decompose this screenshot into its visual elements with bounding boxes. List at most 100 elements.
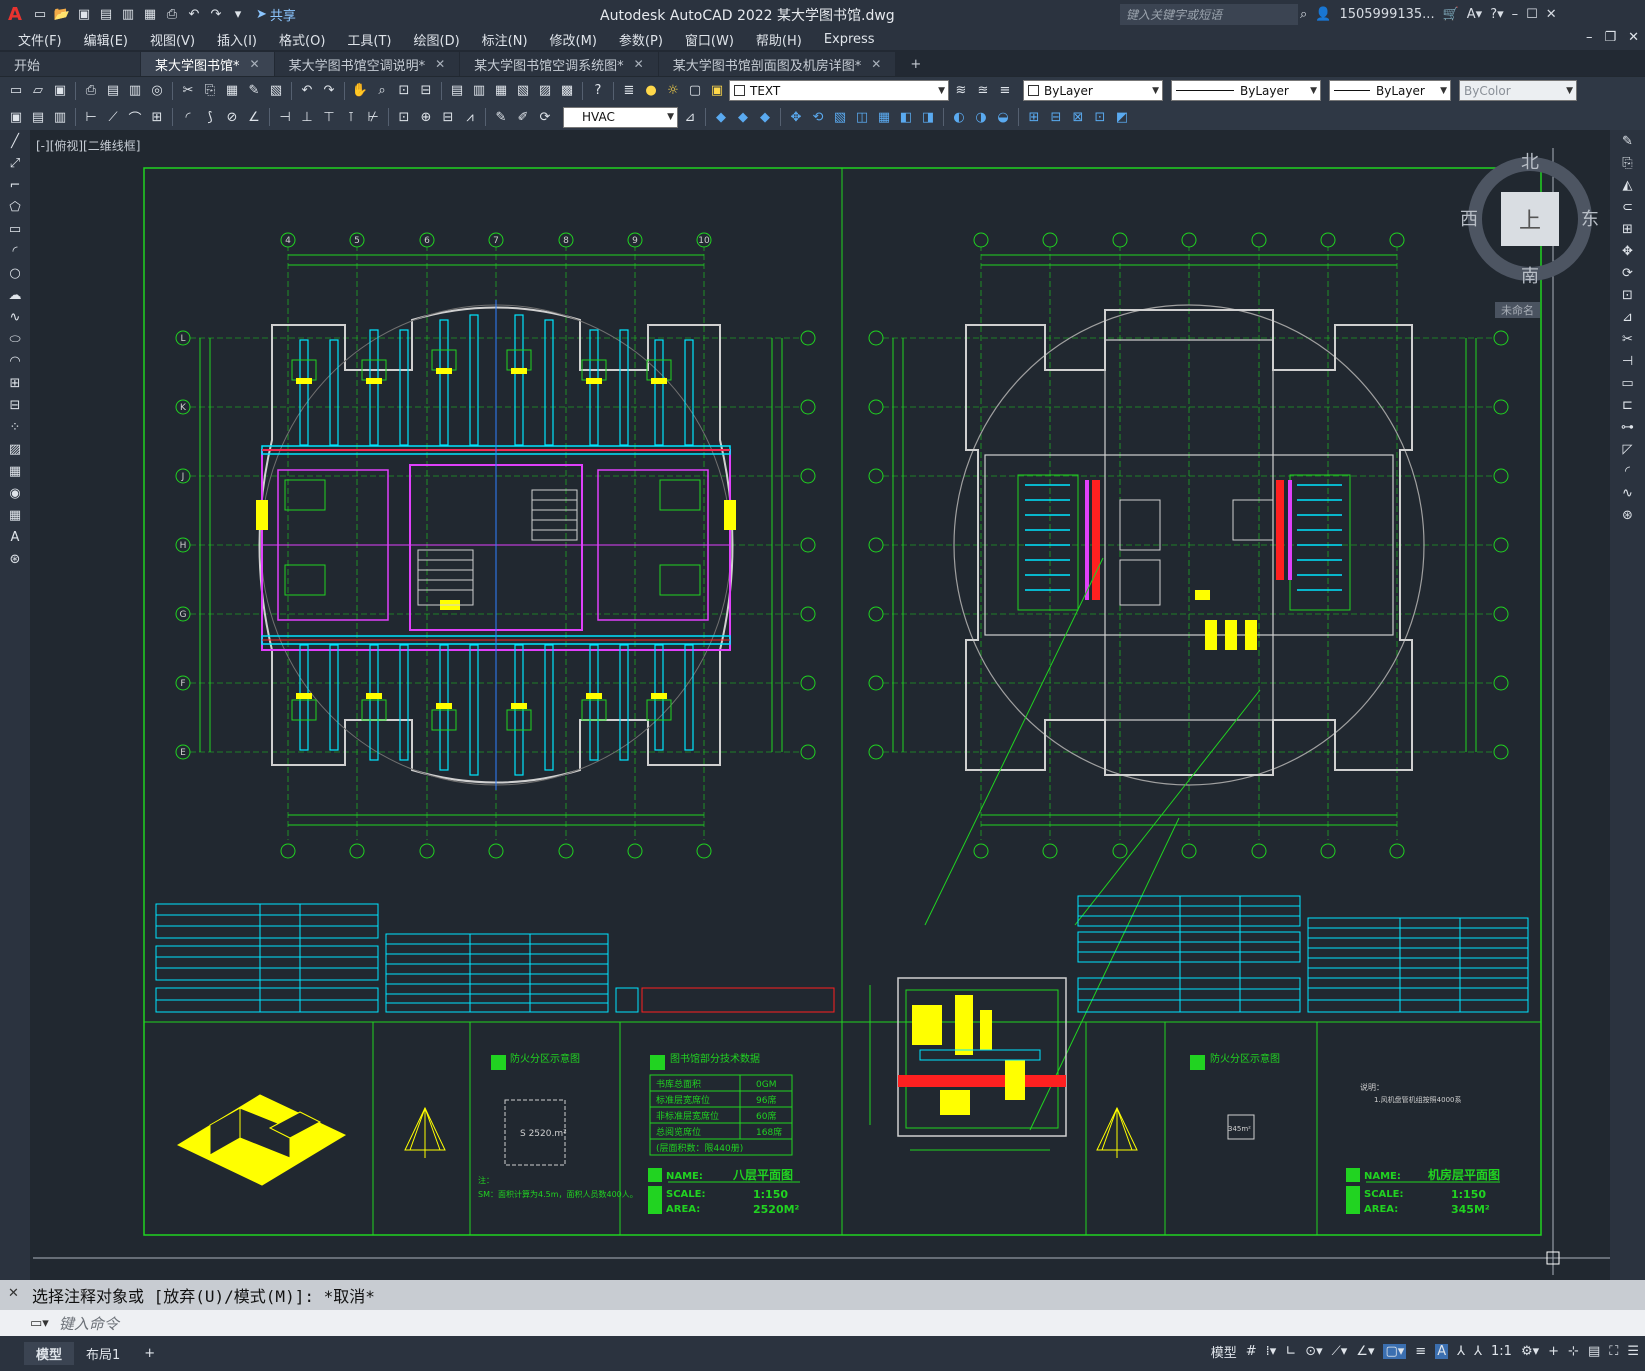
viewcube[interactable]: 北 南 东 西 上 未命名 [1455, 148, 1605, 338]
tab-start[interactable]: 开始 [0, 52, 140, 76]
osnap-icon[interactable]: ∠▾ [1356, 1344, 1374, 1359]
ellipse-icon[interactable]: ⬭ [0, 328, 30, 350]
qat-dropdown-icon[interactable]: ▾ [228, 4, 248, 24]
dim-style-dropdown[interactable]: HVAC ▼ [563, 106, 678, 128]
freeze-icon[interactable]: ▢ [685, 81, 705, 101]
extend-icon[interactable]: ⊣ [1610, 350, 1645, 372]
compass-south[interactable]: 南 [1521, 262, 1539, 288]
block-editor-icon[interactable]: ▧ [266, 81, 286, 101]
fullscreen-icon[interactable]: ⛶ [1609, 1344, 1618, 1359]
layer-manager-icon[interactable]: ≣ [619, 81, 639, 101]
new-file-icon[interactable]: ▭ [30, 4, 50, 24]
command-prompt-icon[interactable]: ▭▾ [30, 1316, 49, 1331]
tab-layout1[interactable]: 布局1 [74, 1342, 132, 1365]
undo-icon[interactable]: ↶ [184, 4, 204, 24]
gradient-icon[interactable]: ▦ [0, 460, 30, 482]
block-icon[interactable]: ▣ [6, 107, 26, 127]
3d-print-icon[interactable]: ◎ [147, 81, 167, 101]
cart-icon[interactable]: 🛒 [1443, 7, 1459, 22]
slice-icon[interactable]: ◨ [918, 107, 938, 127]
dim-linear-icon[interactable]: ⊢ [81, 107, 101, 127]
redo-icon[interactable]: ↷ [319, 81, 339, 101]
inspection-icon[interactable]: ⊟ [438, 107, 458, 127]
maximize-icon[interactable]: ☐ [1526, 7, 1538, 22]
menu-parametric[interactable]: 参数(P) [619, 30, 663, 49]
dim-jogged-icon[interactable]: ⟆ [200, 107, 220, 127]
wedge-icon[interactable]: ◆ [733, 107, 753, 127]
qnew-icon[interactable]: ▭ [6, 81, 26, 101]
menu-draw[interactable]: 绘图(D) [414, 30, 460, 49]
ellipse-arc-icon[interactable]: ◠ [0, 350, 30, 372]
menu-help[interactable]: 帮助(H) [756, 30, 802, 49]
menu-file[interactable]: 文件(F) [18, 30, 62, 49]
help-icon[interactable]: ? [588, 81, 608, 101]
scale-icon[interactable]: ⊡ [1610, 284, 1645, 306]
revcloud-icon[interactable]: ☁ [0, 284, 30, 306]
search-input[interactable]: 键入关键字或短语 [1120, 4, 1298, 25]
compass-north[interactable]: 北 [1521, 148, 1539, 174]
layer-state-icon[interactable]: ≡ [995, 81, 1015, 101]
dim-ordinate-icon[interactable]: ⊞ [147, 107, 167, 127]
model-space-button[interactable]: 模型 [1211, 1342, 1237, 1361]
color-dropdown[interactable]: ByLayer ▼ [1023, 80, 1163, 101]
rectangle-icon[interactable]: ▭ [0, 218, 30, 240]
sheet-set-icon[interactable]: ▧ [513, 81, 533, 101]
tab-close-icon[interactable]: ✕ [435, 57, 445, 71]
compass-east[interactable]: 东 [1581, 205, 1599, 231]
break-point-icon[interactable]: ▭ [1610, 372, 1645, 394]
command-input-bar[interactable]: ▭▾ 键入命令 [0, 1310, 1645, 1336]
drawing-canvas[interactable]: 4 5 6 7 8 9 10 L K J H G F E 防火分区示意图 防火分… [30, 130, 1610, 1280]
erase-icon[interactable]: ✎ [1610, 130, 1645, 152]
units-icon[interactable]: ⊹ [1568, 1344, 1579, 1359]
construction-line-icon[interactable]: ⤢ [0, 152, 30, 174]
menu-window[interactable]: 窗口(W) [685, 30, 734, 49]
close-icon[interactable]: ✕ [1546, 7, 1557, 22]
properties-icon[interactable]: ▤ [447, 81, 467, 101]
spline-icon[interactable]: ∿ [0, 306, 30, 328]
dim-radius-icon[interactable]: ◜ [178, 107, 198, 127]
tool-palette-icon[interactable]: ▦ [491, 81, 511, 101]
dim-edit-icon[interactable]: ✎ [491, 107, 511, 127]
user-icon[interactable]: 👤 [1315, 7, 1331, 22]
mirror-icon[interactable]: ◭ [1610, 174, 1645, 196]
compass-west[interactable]: 西 [1460, 205, 1478, 231]
ucs-menu[interactable]: 未命名 [1495, 302, 1540, 318]
dim-break-icon[interactable]: ⊬ [363, 107, 383, 127]
doc-restore-icon[interactable]: ❐ [1604, 30, 1616, 45]
tab-close-icon[interactable]: ✕ [634, 57, 644, 71]
polar-icon[interactable]: ⊙▾ [1305, 1344, 1322, 1359]
copy-object-icon[interactable]: ⎘ [1610, 152, 1645, 174]
point-icon[interactable]: ⁘ [0, 416, 30, 438]
ucs-object-icon[interactable]: ◩ [1112, 107, 1132, 127]
move-icon[interactable]: ✥ [1610, 240, 1645, 262]
ucs-world-icon[interactable]: ⊟ [1046, 107, 1066, 127]
table-icon[interactable]: ▦ [0, 504, 30, 526]
union-icon[interactable]: ◐ [949, 107, 969, 127]
quick-properties-icon[interactable]: ▤ [1588, 1344, 1600, 1359]
zoom-realtime-icon[interactable]: ⌕ [372, 81, 392, 101]
menu-format[interactable]: 格式(O) [279, 30, 325, 49]
jogged-linear-icon[interactable]: ⩘ [460, 107, 480, 127]
snap-icon[interactable]: ⁞▾ [1266, 1344, 1277, 1359]
move-3d-icon[interactable]: ✥ [786, 107, 806, 127]
tab-section-plant[interactable]: 某大学图书馆剖面图及机房详图* ✕ [658, 52, 896, 76]
quick-dim-icon[interactable]: ⊣ [275, 107, 295, 127]
tab-model[interactable]: 模型 [24, 1342, 75, 1365]
center-mark-icon[interactable]: ⊕ [416, 107, 436, 127]
help-icon[interactable]: ?▾ [1490, 7, 1503, 22]
save-as-icon[interactable]: ▤ [96, 4, 116, 24]
publish-icon[interactable]: ▥ [125, 81, 145, 101]
make-block-icon[interactable]: ⊟ [0, 394, 30, 416]
new-tab-button[interactable]: + [896, 52, 935, 76]
tab-close-icon[interactable]: ✕ [871, 57, 881, 71]
calculator-icon[interactable]: ▩ [557, 81, 577, 101]
menu-dimension[interactable]: 标注(N) [482, 30, 528, 49]
ucs-icon[interactable]: ⊞ [1024, 107, 1044, 127]
osnap-tracking-icon[interactable]: ⟋▾ [1332, 1344, 1348, 1359]
offset-icon[interactable]: ⊂ [1610, 196, 1645, 218]
export-icon[interactable]: ▦ [140, 4, 160, 24]
ucs-face-icon[interactable]: ⊡ [1090, 107, 1110, 127]
preview-icon[interactable]: ▤ [103, 81, 123, 101]
break-icon[interactable]: ⊏ [1610, 394, 1645, 416]
tolerance-icon[interactable]: ⊡ [394, 107, 414, 127]
